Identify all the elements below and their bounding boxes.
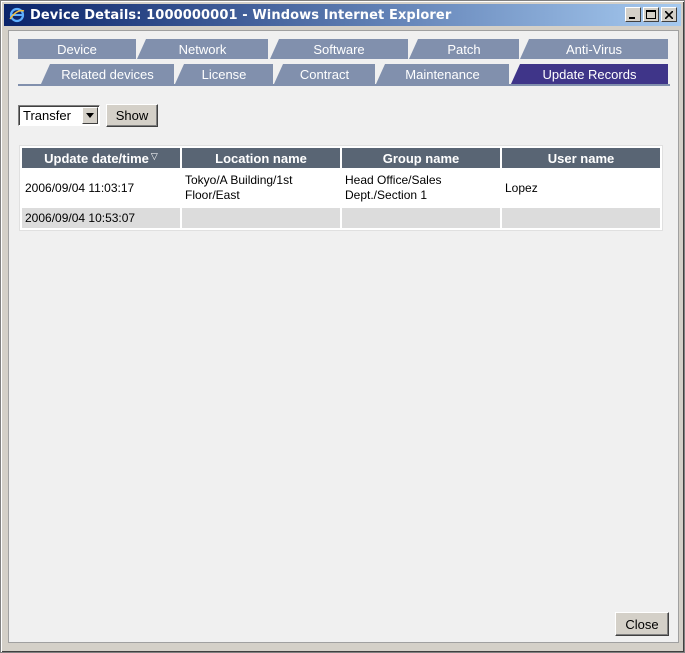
cell-location [182,208,340,228]
column-header-label: Update date/time [44,150,149,166]
table-row[interactable]: 2006/09/04 10:53:07 [22,208,660,228]
tab-license[interactable]: License [175,64,273,84]
table-row[interactable]: 2006/09/04 11:03:17 Tokyo/A Building/1st… [22,170,660,206]
tab-row-top: Device Network Software Patch Anti-Virus [18,39,670,59]
dropdown-arrow-icon[interactable] [82,106,98,124]
minimize-button[interactable] [625,7,641,22]
cell-location: Tokyo/A Building/1st Floor/East [182,170,340,206]
tab-row-bottom: Related devices License Contract Mainten… [18,64,670,84]
tab-network[interactable]: Network [137,39,268,59]
show-button[interactable]: Show [106,103,158,127]
tab-update-records[interactable]: Update Records [511,64,668,84]
table-header-row: Update date/time ▽ Location name Group na… [22,148,660,168]
tab-device[interactable]: Device [18,39,136,59]
tab-related-devices[interactable]: Related devices [41,64,174,84]
filter-bar: Transfer Show [18,103,158,127]
tab-anti-virus[interactable]: Anti-Virus [520,39,668,59]
cell-group: Head Office/Sales Dept./Section 1 [342,170,500,206]
record-type-select[interactable]: Transfer [18,104,100,126]
column-header-update-datetime[interactable]: Update date/time ▽ [22,148,180,168]
cell-group [342,208,500,228]
ie-logo-icon [8,6,26,24]
column-header-group[interactable]: Group name [342,148,500,168]
window-controls [623,7,677,22]
update-records-table: Update date/time ▽ Location name Group na… [19,145,663,231]
cell-update-datetime: 2006/09/04 10:53:07 [22,208,180,228]
cell-update-datetime: 2006/09/04 11:03:17 [22,170,180,206]
tab-patch[interactable]: Patch [409,39,519,59]
tab-maintenance[interactable]: Maintenance [376,64,509,84]
column-header-location[interactable]: Location name [182,148,340,168]
browser-window: Device Details: 1000000001 - Windows Int… [0,0,685,653]
tab-contract[interactable]: Contract [274,64,375,84]
close-window-button[interactable] [661,7,677,22]
cell-user: Lopez [502,170,660,206]
maximize-button[interactable] [643,7,659,22]
tab-software[interactable]: Software [270,39,408,59]
column-header-user[interactable]: User name [502,148,660,168]
cell-user [502,208,660,228]
record-type-value: Transfer [23,107,71,123]
window-title: Device Details: 1000000001 - Windows Int… [30,7,452,23]
tab-underline [18,84,670,86]
close-button[interactable]: Close [615,612,669,636]
title-bar[interactable]: Device Details: 1000000001 - Windows Int… [4,4,681,26]
sort-descending-icon: ▽ [150,150,158,161]
page-content: Device Network Software Patch Anti-Virus… [8,30,679,643]
